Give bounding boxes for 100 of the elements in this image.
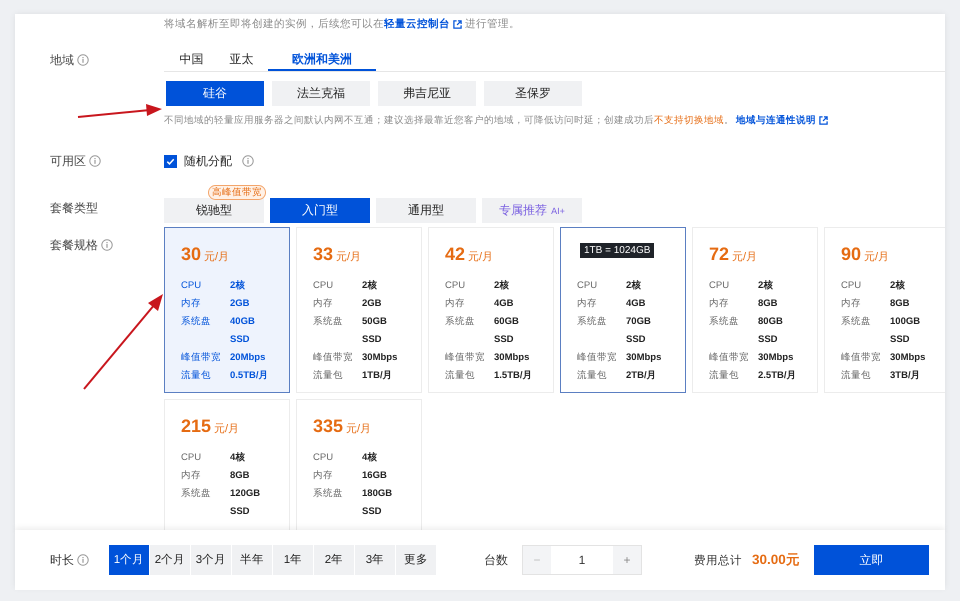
spec-value: 30Mbps [890,351,926,365]
spec-value: 20Mbps [230,351,266,365]
region-tab[interactable]: 亚太 [215,49,268,71]
spec-name: 流量包 [709,369,740,383]
plan-type-option[interactable]: 锐驰型 [164,198,264,223]
spec-value: 180GB SSD [362,487,394,519]
console-link[interactable]: 轻量云控制台 [384,17,450,31]
spec-name: 系统盘 [445,315,476,329]
warning-text: 不支持切换地域 [654,114,724,127]
plan-card[interactable]: 72 元/月 CPU 2核 内存 8GB 系统盘 80GB SSD 峰值带宽 30Mbps 流量包 2.5TB/月 [692,227,818,393]
spec-value: 1.5TB/月 [494,369,534,383]
city-option[interactable]: 圣保罗 [484,81,582,106]
spec-value: 2核 [230,279,246,293]
city-option[interactable]: 硅谷 [166,81,264,106]
spec-name: 内存 [709,297,730,311]
tooltip: 1TB = 1024GB [580,243,654,258]
region-tab[interactable]: 中国 [168,49,215,71]
duration-option[interactable]: 2年 [314,545,354,575]
spec-value: 60GB SSD [494,315,520,347]
spec-name: 系统盘 [181,487,212,501]
region-info-link[interactable]: 地域与连通性说明 [736,114,816,127]
spec-value: 30Mbps [626,351,662,365]
price-unit: 元/月 [204,250,230,264]
spec-name: CPU [181,451,202,465]
duration-option[interactable]: 更多 [396,545,436,575]
spec-value: 120GB SSD [230,487,262,519]
field-label: 套餐规格 [50,236,98,254]
duration-option[interactable]: 2个月 [150,545,190,575]
spec-value: 70GB SSD [626,315,652,347]
spec-value: 0.5TB/月 [230,369,270,383]
duration-option[interactable]: 1年 [273,545,313,575]
duration-option[interactable]: 3个月 [191,545,231,575]
hint-text: 不同地域的轻量应用服务器之间默认内网不互通；建议选择最靠近您客户的地域，可降低访问时延；创建成功后 [164,114,654,127]
price-unit: 元/月 [732,250,758,264]
plan-card[interactable]: 30 元/月 CPU 2核 内存 2GB 系统盘 40GB SSD 峰值带宽 20Mbps 流量包 0.5TB/月 [164,227,290,393]
spec-name: 系统盘 [577,315,608,329]
price-amount: 215 [181,416,212,437]
price-amount: 335 [313,416,344,437]
spec-value: 2TB/月 [626,369,658,383]
spec-value: 2核 [758,279,774,293]
spec-name: CPU [181,279,202,293]
spec-value: 30Mbps [758,351,794,365]
spec-name: CPU [313,451,334,465]
duration-option[interactable]: 1个月 [109,545,149,575]
plan-type-option[interactable]: 入门型 [270,198,370,223]
checkbox-label[interactable]: 随机分配 [184,152,232,170]
spec-value: 40GB SSD [230,315,256,347]
spec-name: 系统盘 [709,315,740,329]
spec-name: 内存 [445,297,466,311]
plan-card[interactable]: 33 元/月 CPU 2核 内存 2GB 系统盘 50GB SSD 峰值带宽 30Mbps 流量包 1TB/月 [296,227,422,393]
spec-value: 100GB SSD [890,315,922,347]
spec-value: 4核 [362,451,378,465]
spec-name: 流量包 [577,369,608,383]
spec-value: 50GB SSD [362,315,388,347]
city-option[interactable]: 弗吉尼亚 [378,81,476,106]
intro-text: 进行管理。 [465,17,520,31]
spec-value: 16GB [362,469,388,483]
plan-card[interactable]: 1TB = 1024GB CPU 2核 内存 4GB 系统盘 70GB SSD 峰值带宽 30Mbps 流量包 2TB/月 [560,227,686,393]
spec-value: 8GB [230,469,251,483]
hint-text: 。 [724,114,734,127]
spec-value: 8GB [758,297,779,311]
plan-card[interactable]: 90 元/月 CPU 2核 内存 8GB 系统盘 100GB SSD 峰值带宽 30Mbps 流量包 3TB/月 [824,227,945,393]
spec-name: CPU [445,279,466,293]
spec-name: 系统盘 [841,315,872,329]
spec-name: 内存 [313,469,334,483]
spec-value: 2核 [626,279,642,293]
price-unit: 元/月 [214,422,240,436]
total-amount: 30.00元 [752,551,800,569]
duration-option[interactable]: 半年 [232,545,272,575]
plan-type-option[interactable]: 专属推荐 AI+ [482,198,582,223]
spec-name: 流量包 [181,369,212,383]
spec-name: 峰值带宽 [313,351,354,365]
spec-name: 峰值带宽 [841,351,882,365]
plan-card[interactable]: 335 元/月 CPU 4核 内存 16GB 系统盘 180GB SSD [296,399,422,530]
buy-button[interactable]: 立即 [814,545,929,575]
price-amount: 90 [841,244,862,265]
spec-name: 峰值带宽 [577,351,618,365]
plan-type-option[interactable]: 通用型 [376,198,476,223]
field-label: 时长 [50,552,74,568]
spec-name: 流量包 [313,369,344,383]
spec-name: 内存 [841,297,862,311]
plan-card[interactable]: 215 元/月 CPU 4核 内存 8GB 系统盘 120GB SSD [164,399,290,530]
spec-name: CPU [313,279,334,293]
region-tab[interactable]: 欧洲和美洲 [268,49,376,71]
spec-value: 30Mbps [494,351,530,365]
plan-card[interactable]: 42 元/月 CPU 2核 内存 4GB 系统盘 60GB SSD 峰值带宽 30Mbps 流量包 1.5TB/月 [428,227,554,393]
total-label: 费用总计 [694,554,742,568]
spec-value: 30Mbps [362,351,398,365]
city-option[interactable]: 法兰克福 [272,81,370,106]
spec-name: 峰值带宽 [709,351,750,365]
spec-value: 2核 [890,279,906,293]
field-label: 可用区 [50,152,86,170]
spec-value: 8GB [890,297,911,311]
price-amount: 72 [709,244,730,265]
duration-option[interactable]: 3年 [355,545,395,575]
spec-name: 内存 [313,297,334,311]
spec-name: CPU [841,279,862,293]
field-label: 地域 [50,52,74,68]
spec-value: 80GB SSD [758,315,784,347]
spec-value: 4GB [494,297,515,311]
